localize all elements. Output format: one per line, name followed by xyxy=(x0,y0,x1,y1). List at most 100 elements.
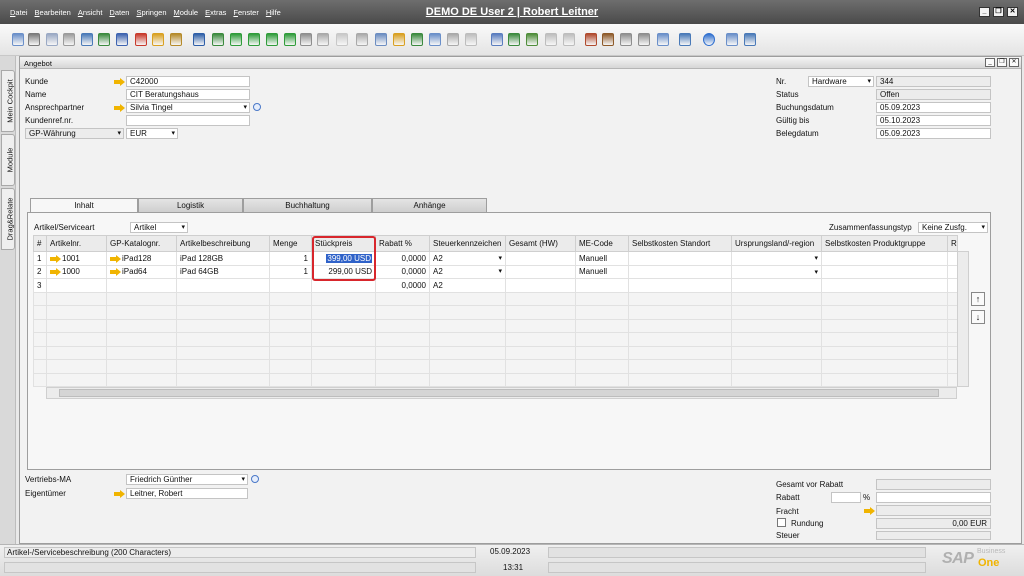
link-arrow-icon[interactable] xyxy=(50,268,62,277)
me-code-cell[interactable] xyxy=(575,278,629,293)
payment-icon[interactable] xyxy=(411,33,423,46)
me-code-cell[interactable]: Manuell xyxy=(575,264,629,279)
ursprungsland-cell[interactable] xyxy=(731,251,822,266)
col-header[interactable]: R xyxy=(947,235,958,252)
col-header[interactable]: Artikelnr. xyxy=(46,235,107,252)
steuer-cell[interactable]: A2 xyxy=(429,251,506,266)
col-header[interactable]: Gesamt (HW) xyxy=(505,235,576,252)
steuer-cell[interactable]: A2 xyxy=(429,264,506,279)
tree-icon[interactable] xyxy=(638,33,650,46)
chat2-icon[interactable] xyxy=(563,33,575,46)
tab-inhalt[interactable]: Inhalt xyxy=(30,198,138,213)
table-row[interactable]: 2 1000 iPad64 iPad 64GB 1 299,00 USD 0,0… xyxy=(33,264,958,279)
currency-dropdown[interactable]: EUR xyxy=(126,128,178,139)
side-tab-drag-relate[interactable]: Drag&Relate xyxy=(1,188,15,250)
gueltig-bis-field[interactable]: 05.10.2023 xyxy=(876,115,991,126)
col-header[interactable]: Ursprungsland/-region xyxy=(731,235,822,252)
layout-icon[interactable] xyxy=(375,33,387,46)
menu-ansicht[interactable]: Ansicht xyxy=(78,8,103,17)
steuer-cell[interactable]: A2 xyxy=(429,278,506,293)
volume-icon[interactable] xyxy=(447,33,459,46)
ursprungsland-cell[interactable] xyxy=(731,264,822,279)
email-icon[interactable] xyxy=(46,33,58,46)
link-arrow-icon[interactable] xyxy=(110,254,122,263)
rabatt-percent-field[interactable] xyxy=(831,492,861,503)
graph-icon[interactable] xyxy=(657,33,669,46)
rundung-checkbox[interactable] xyxy=(777,518,786,527)
kundenref-field[interactable] xyxy=(126,115,250,126)
doc-close-icon[interactable]: ✕ xyxy=(1009,58,1019,67)
kunde-field[interactable]: C42000 xyxy=(126,76,250,87)
menu-springen[interactable]: Springen xyxy=(136,8,166,17)
table-row[interactable]: 3 0,0000 A2 xyxy=(33,278,958,293)
preis-value-selected[interactable]: 399,00 USD xyxy=(326,253,372,263)
r-cell[interactable] xyxy=(947,251,958,266)
side-tab-mein-cockpit[interactable]: Mein Cockpit xyxy=(1,70,15,132)
web-icon[interactable] xyxy=(679,33,691,46)
gp-waehrung-dropdown[interactable]: GP-Währung xyxy=(25,128,124,139)
selbstkosten-standort-cell[interactable] xyxy=(628,251,732,266)
menu-extras[interactable]: Extras xyxy=(205,8,226,17)
name-field[interactable]: CIT Beratungshaus xyxy=(126,89,250,100)
chat-icon[interactable] xyxy=(545,33,557,46)
col-header[interactable]: Steuerkennzeichen xyxy=(429,235,506,252)
report-icon[interactable] xyxy=(602,33,614,46)
katalognr-cell[interactable] xyxy=(106,278,177,293)
next-record-icon[interactable] xyxy=(266,33,278,46)
tab-buchhaltung[interactable]: Buchhaltung xyxy=(243,198,372,212)
edit-icon[interactable] xyxy=(491,33,503,46)
beschreibung-cell[interactable]: iPad 128GB xyxy=(176,251,270,266)
move-up-button[interactable]: ↑ xyxy=(971,292,985,306)
first-record-icon[interactable] xyxy=(230,33,242,46)
excel-icon[interactable] xyxy=(98,33,110,46)
attach-icon[interactable] xyxy=(508,33,520,46)
message-icon[interactable] xyxy=(465,33,477,46)
preis-cell[interactable]: 399,00 USD xyxy=(311,251,376,266)
info-icon[interactable] xyxy=(253,103,261,111)
menu-module[interactable]: Module xyxy=(174,8,199,17)
selbstkosten-standort-cell[interactable] xyxy=(628,278,732,293)
copy-icon[interactable] xyxy=(317,33,329,46)
rabatt-cell[interactable]: 0,0000 xyxy=(375,251,430,266)
vertriebs-ma-dropdown[interactable]: Friedrich Günther xyxy=(126,474,248,485)
calendar-icon[interactable] xyxy=(585,33,597,46)
link-arrow-icon[interactable] xyxy=(114,104,125,112)
gross-profit-icon[interactable] xyxy=(429,33,441,46)
artikelnr-cell[interactable]: 1000 xyxy=(46,264,107,279)
link-arrow-icon[interactable] xyxy=(50,254,62,263)
gesamt-cell[interactable] xyxy=(505,251,576,266)
selbstkosten-produktgruppe-cell[interactable] xyxy=(821,278,948,293)
journal-icon[interactable] xyxy=(393,33,405,46)
logoff-icon[interactable] xyxy=(744,33,756,46)
col-header[interactable]: Stückpreis xyxy=(311,235,376,252)
table-vertical-scrollbar[interactable] xyxy=(957,251,969,387)
previous-record-icon[interactable] xyxy=(248,33,260,46)
last-record-icon[interactable] xyxy=(284,33,296,46)
col-header[interactable]: # xyxy=(33,235,47,252)
close-icon[interactable]: ✕ xyxy=(1007,7,1018,17)
beschreibung-cell[interactable]: iPad 64GB xyxy=(176,264,270,279)
add-icon[interactable] xyxy=(212,33,224,46)
fax-icon[interactable] xyxy=(63,33,75,46)
launch-icon[interactable] xyxy=(152,33,164,46)
gesamt-cell[interactable] xyxy=(505,264,576,279)
belegdatum-field[interactable]: 05.09.2023 xyxy=(876,128,991,139)
tab-logistik[interactable]: Logistik xyxy=(138,198,243,212)
buchungsdatum-field[interactable]: 05.09.2023 xyxy=(876,102,991,113)
rabatt-cell[interactable]: 0,0000 xyxy=(375,278,430,293)
r-cell[interactable] xyxy=(947,264,958,279)
link-arrow-icon[interactable] xyxy=(110,268,122,277)
ansprechpartner-dropdown[interactable]: Silvia Tingel xyxy=(126,102,250,113)
r-cell[interactable] xyxy=(947,278,958,293)
check-icon[interactable] xyxy=(526,33,538,46)
selbstkosten-produktgruppe-cell[interactable] xyxy=(821,251,948,266)
link-arrow-icon[interactable] xyxy=(114,490,125,498)
table-row[interactable]: 1 1001 iPad128 iPad 128GB 1 399,00 USD 0… xyxy=(33,251,958,266)
rabatt-cell[interactable]: 0,0000 xyxy=(375,264,430,279)
lock-icon[interactable] xyxy=(170,33,182,46)
doc-minimize-icon[interactable]: _ xyxy=(985,58,995,67)
zusammenfassungstyp-dropdown[interactable]: Keine Zusfg. xyxy=(918,222,988,233)
restore-icon[interactable]: ❐ xyxy=(993,7,1004,17)
help-icon[interactable] xyxy=(703,33,715,46)
menu-hilfe[interactable]: Hilfe xyxy=(266,8,281,17)
